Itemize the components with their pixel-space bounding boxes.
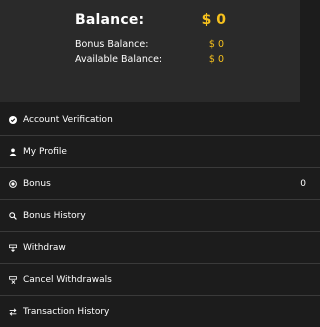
menu-item-account-verification[interactable]: Account Verification xyxy=(0,104,320,136)
menu-item-label: Withdraw xyxy=(23,242,66,253)
menu-item-label: My Profile xyxy=(23,146,67,157)
transaction-history-icon xyxy=(9,307,17,316)
bonus-count: 0 xyxy=(300,178,306,189)
balance-label: Balance: xyxy=(75,12,145,28)
bonus-circle-icon xyxy=(9,179,17,188)
menu-item-bonus[interactable]: Bonus 0 xyxy=(0,168,320,200)
bonus-balance-label: Bonus Balance: xyxy=(75,39,149,50)
check-circle-icon xyxy=(9,115,17,124)
balance-value: $ 0 xyxy=(201,12,226,28)
menu-item-label: Cancel Withdrawals xyxy=(23,274,112,285)
bonus-balance-value: $ 0 xyxy=(208,39,224,50)
menu-item-label: Transaction History xyxy=(23,306,110,317)
available-balance-label: Available Balance: xyxy=(75,54,163,65)
menu-item-label: Bonus xyxy=(23,178,51,189)
cancel-withdraw-icon xyxy=(9,275,17,284)
menu-item-label: Bonus History xyxy=(23,210,86,221)
search-history-icon xyxy=(9,211,17,220)
menu-item-transaction-history[interactable]: Transaction History xyxy=(0,296,320,327)
balance-header: Balance: $ 0 Bonus Balance: $ 0 Availabl… xyxy=(0,0,300,102)
available-balance-value: $ 0 xyxy=(208,54,224,65)
withdraw-icon xyxy=(9,244,17,252)
account-menu: Account Verification My Profile Bonus 0 … xyxy=(0,104,320,327)
menu-item-my-profile[interactable]: My Profile xyxy=(0,136,320,168)
menu-item-cancel-withdrawals[interactable]: Cancel Withdrawals xyxy=(0,264,320,296)
menu-item-bonus-history[interactable]: Bonus History xyxy=(0,200,320,232)
menu-item-label: Account Verification xyxy=(23,114,113,125)
user-icon xyxy=(9,148,17,156)
menu-item-withdraw[interactable]: Withdraw xyxy=(0,232,320,264)
